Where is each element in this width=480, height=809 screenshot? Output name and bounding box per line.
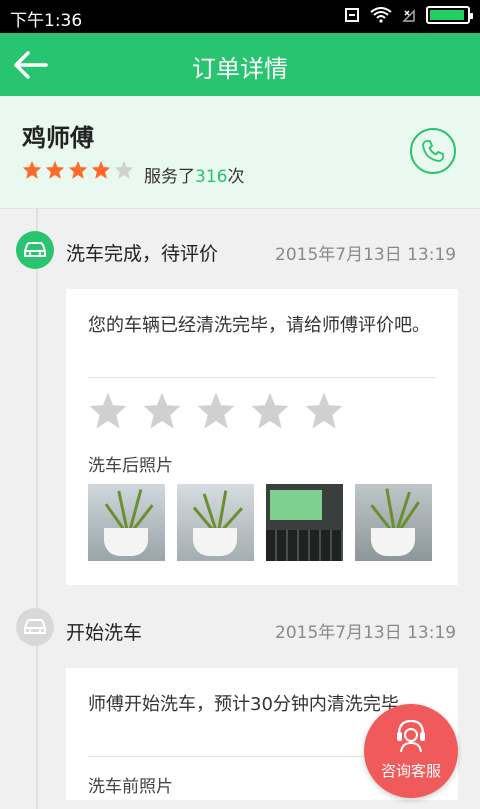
battery-icon — [426, 6, 473, 24]
rate-star-icon[interactable] — [304, 391, 344, 431]
star-filled-icon — [91, 160, 111, 179]
photos-label: 洗车后照片 — [88, 456, 173, 476]
event-title: 洗车完成，待评价 — [66, 243, 219, 265]
status-bar: 下午1:36 — [0, 0, 480, 33]
service-count: 服务了316次 — [144, 162, 244, 187]
rate-star-icon[interactable] — [142, 391, 182, 431]
notification-icon — [345, 8, 359, 22]
after-photo-1[interactable] — [88, 484, 165, 561]
service-count-value: 316 — [195, 167, 228, 187]
photos-label: 洗车前照片 — [88, 777, 173, 797]
car-wash-start-icon — [16, 608, 54, 646]
event-time: 2015年7月13日 13:19 — [275, 623, 457, 643]
star-filled-icon — [22, 160, 42, 179]
wifi-icon — [370, 7, 392, 23]
customer-service-label: 咨询客服 — [380, 762, 441, 780]
star-filled-icon — [68, 160, 88, 179]
photo-strip — [88, 484, 432, 561]
event-title: 开始洗车 — [66, 622, 143, 644]
worker-rating — [22, 160, 134, 180]
event-card: 您的车辆已经清洗完毕，请给师傅评价吧。 洗车后照片 — [66, 289, 458, 585]
car-wash-done-icon — [16, 231, 54, 269]
worker-name: 鸡师傅 — [22, 124, 94, 152]
after-photo-4[interactable] — [355, 484, 432, 561]
rate-star-icon[interactable] — [250, 391, 290, 431]
service-prefix: 服务了 — [144, 167, 195, 187]
rate-star-icon[interactable] — [196, 391, 236, 431]
rating-input — [88, 391, 344, 431]
phone-icon — [422, 140, 444, 162]
page-title: 订单详情 — [192, 55, 288, 83]
headset-icon — [397, 719, 425, 753]
after-photo-3[interactable] — [266, 484, 343, 561]
status-icons — [344, 6, 473, 24]
star-empty-icon — [114, 160, 134, 179]
worker-profile: 鸡师傅 服务了316次 — [0, 96, 480, 209]
timeline-line — [36, 209, 38, 809]
customer-service-button[interactable]: 咨询客服 — [364, 704, 458, 798]
app-bar: 订单详情 — [0, 33, 480, 96]
rate-star-icon[interactable] — [88, 391, 128, 431]
no-signal-icon — [402, 9, 415, 22]
star-filled-icon — [45, 160, 65, 179]
divider — [88, 377, 436, 378]
status-time: 下午1:36 — [10, 11, 83, 31]
service-suffix: 次 — [227, 167, 245, 187]
event-message: 您的车辆已经清洗完毕，请给师傅评价吧。 — [88, 315, 430, 336]
after-photo-2[interactable] — [177, 484, 254, 561]
call-button[interactable] — [410, 128, 456, 174]
event-time: 2015年7月13日 13:19 — [275, 245, 457, 265]
